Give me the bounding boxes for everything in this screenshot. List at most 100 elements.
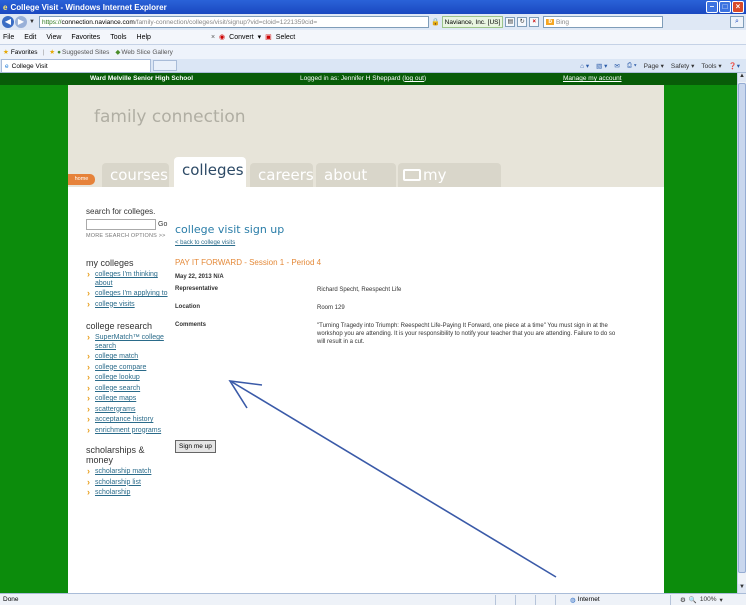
sidebar-item-supermatch[interactable]: SuperMatch™ college search <box>86 333 174 351</box>
divider: | <box>42 48 45 56</box>
scholarships-list: scholarship match scholarship list schol… <box>86 467 174 498</box>
divider <box>670 595 671 605</box>
maximize-button[interactable]: □ <box>719 1 731 13</box>
sidebar-item-thinking-about[interactable]: colleges I'm thinking about <box>86 270 174 288</box>
logout-link[interactable]: log out <box>404 75 424 82</box>
tab-careers[interactable]: careers <box>250 163 314 187</box>
sidebar-item-college-visits[interactable]: college visits <box>86 300 174 310</box>
menu-help[interactable]: Help <box>137 34 151 41</box>
table-row: Representative Richard Specht, Reespecht… <box>175 286 617 304</box>
tab-courses[interactable]: courses <box>102 163 169 187</box>
security-identity[interactable]: Naviance, Inc. [US] <box>441 16 504 28</box>
history-dropdown-icon[interactable]: ▼ <box>29 19 35 25</box>
event-date: May 22, 2013 N/A <box>175 274 224 280</box>
pdf-convert-icon: ◉ <box>219 34 226 41</box>
tab-college-visit[interactable]: e College Visit <box>1 59 151 72</box>
stop-icon[interactable]: × <box>529 17 540 27</box>
url-field[interactable]: https://connection.naviance.com/family-c… <box>38 16 429 28</box>
college-search-input[interactable] <box>86 219 156 230</box>
lock-icon[interactable]: 🔒 <box>431 18 440 26</box>
zoom-level: 100% <box>699 596 717 603</box>
menu-edit[interactable]: Edit <box>24 34 36 41</box>
sidebar-item-college-compare[interactable]: college compare <box>86 363 174 373</box>
globe-icon: ◍ <box>570 596 576 604</box>
more-search-options-link[interactable]: MORE SEARCH OPTIONS >> <box>86 233 174 239</box>
table-row: Comments "Turning Tragedy into Triumph: … <box>175 322 617 356</box>
sidebar-item-applying-to[interactable]: colleges I'm applying to <box>86 289 174 299</box>
sidebar-item-scholarship-match[interactable]: scholarship match <box>86 467 174 477</box>
scroll-down-icon[interactable]: ▼ <box>738 584 746 593</box>
mail-icon[interactable]: ✉ <box>614 62 619 70</box>
window-titlebar: e College Visit - Windows Internet Explo… <box>0 0 746 14</box>
zoom-icon: 🔍 <box>688 596 697 604</box>
search-go-icon[interactable]: ⌕ <box>730 16 744 28</box>
url-domain: connection.naviance.com <box>61 18 135 26</box>
page-title: college visit sign up <box>175 223 285 236</box>
tools-menu[interactable]: Tools ▾ <box>701 62 721 70</box>
scroll-up-icon[interactable]: ▲ <box>738 73 746 82</box>
sidebar-item-enrichment-programs[interactable]: enrichment programs <box>86 426 174 436</box>
tab-about-me[interactable]: about me <box>316 163 396 208</box>
sidebar-item-college-match[interactable]: college match <box>86 352 174 362</box>
sign-me-up-button[interactable]: Sign me up <box>175 440 216 453</box>
add-favorite-icon[interactable]: ★ <box>49 48 55 56</box>
convert-dropdown-icon[interactable]: ▾ <box>258 33 262 41</box>
minimize-button[interactable]: – <box>706 1 718 13</box>
sidebar-item-college-lookup[interactable]: college lookup <box>86 373 174 383</box>
sidebar-item-scattergrams[interactable]: scattergrams <box>86 405 174 415</box>
sidebar-item-scholarship[interactable]: scholarship <box>86 488 174 498</box>
help-icon[interactable]: ❓▾ <box>729 62 740 70</box>
web-slice-link[interactable]: Web Slice Gallery <box>121 49 173 56</box>
back-button[interactable]: ◀ <box>2 16 14 28</box>
favorites-button[interactable]: Favorites <box>11 49 38 56</box>
print-icon[interactable]: ⎙ ▾ <box>627 62 637 70</box>
divider <box>555 595 556 605</box>
sidebar-item-college-maps[interactable]: college maps <box>86 394 174 404</box>
detail-label: Location <box>175 304 200 310</box>
vertical-scrollbar[interactable]: ▲ ▼ <box>737 73 746 593</box>
menu-view[interactable]: View <box>46 34 61 41</box>
suggested-sites-link[interactable]: Suggested Sites <box>62 49 109 56</box>
refresh-icon[interactable]: ↻ <box>517 17 528 27</box>
tab-my-planner[interactable]: my planner <box>398 163 501 208</box>
forward-button[interactable]: ▶ <box>15 16 27 28</box>
table-row: Location Room 129 <box>175 304 617 322</box>
go-button[interactable]: Go <box>158 221 167 228</box>
detail-label: Comments <box>175 322 207 328</box>
nav-home[interactable]: home <box>68 174 95 185</box>
security-zone[interactable]: ◍ Internet <box>570 596 600 604</box>
back-to-visits-link[interactable]: < back to college visits <box>175 240 635 246</box>
detail-value: "Turning Tragedy into Triumph: Reespecht… <box>317 323 616 345</box>
tab-colleges[interactable]: colleges <box>174 157 246 187</box>
sidebar-item-college-search[interactable]: college search <box>86 384 174 394</box>
close-window-button[interactable]: × <box>732 1 744 13</box>
url-path: /family-connection/colleges/visit/signup… <box>134 18 318 26</box>
safety-menu[interactable]: Safety ▾ <box>671 62 695 70</box>
select-button[interactable]: Select <box>276 34 295 41</box>
menu-tools[interactable]: Tools <box>110 34 126 41</box>
feeds-icon[interactable]: ▧ ▾ <box>596 62 607 70</box>
brand-title: family connection <box>94 107 246 127</box>
page-menu[interactable]: Page ▾ <box>644 62 664 70</box>
compatibility-view-icon[interactable]: ▤ <box>505 17 516 27</box>
divider <box>535 595 536 605</box>
planner-icon <box>403 169 421 181</box>
search-input[interactable]: b Bing <box>543 16 664 28</box>
zoom-dropdown-icon[interactable]: ▾ <box>720 596 723 604</box>
visit-details-table: Representative Richard Specht, Reespecht… <box>175 286 617 356</box>
content-panel: family connection home courses colleges … <box>68 85 664 593</box>
scroll-thumb[interactable] <box>738 83 746 573</box>
menu-file[interactable]: File <box>3 34 14 41</box>
new-tab-button[interactable] <box>153 60 177 71</box>
close-toolbar-icon[interactable]: × <box>211 34 215 41</box>
manage-account-link[interactable]: Manage my account <box>563 75 622 82</box>
college-research-heading: college research <box>86 321 153 331</box>
sidebar-item-acceptance-history[interactable]: acceptance history <box>86 415 174 425</box>
menu-favorites[interactable]: Favorites <box>71 34 100 41</box>
web-slice-icon: ◆ <box>115 49 121 56</box>
sidebar-item-scholarship-list[interactable]: scholarship list <box>86 478 174 488</box>
convert-button[interactable]: Convert <box>229 34 254 41</box>
home-icon[interactable]: ⌂ ▾ <box>580 62 589 70</box>
zoom-control[interactable]: ⚙ 🔍 100% ▾ <box>680 596 723 604</box>
zone-label: Internet <box>577 596 600 603</box>
